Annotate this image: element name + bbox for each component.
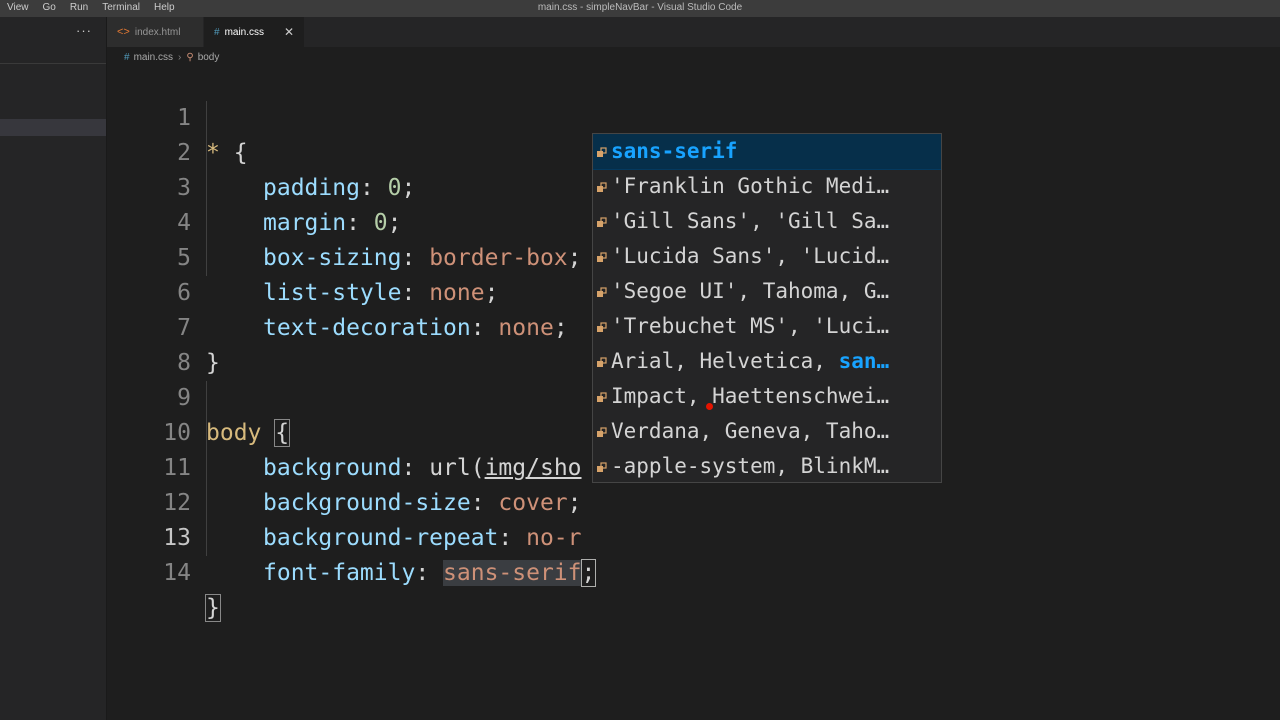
property-value-icon [596, 252, 607, 263]
code-line[interactable]: 2 padding: 0; [107, 101, 1280, 201]
suggestion-text: 'Lucida Sans', 'Lucid… [611, 244, 890, 268]
menu-view[interactable]: View [0, 0, 36, 17]
breadcrumb-file[interactable]: main.css [134, 52, 173, 63]
tab-label: index.html [134, 26, 181, 38]
explorer-sidebar: ··· [0, 17, 107, 720]
window-title: main.css - simpleNavBar - Visual Studio … [537, 2, 743, 13]
text-cursor: ; [580, 559, 597, 587]
menu-run[interactable]: Run [63, 0, 95, 17]
css-property: font-family [263, 560, 416, 586]
suggestion-item[interactable]: sans-serif [593, 134, 941, 170]
breadcrumb: # main.css › ⚲ body [124, 49, 219, 65]
suggestion-item[interactable]: 'Franklin Gothic Medi… [593, 169, 941, 204]
css-value: sans-serif [443, 560, 582, 586]
suggestion-item[interactable]: Arial, Helvetica, san… [593, 344, 941, 379]
code-line-active[interactable]: 13 font-family: sans-serif; [107, 486, 1280, 587]
suggestion-match: sans-serif [611, 139, 738, 163]
tab-bar: <> index.html # main.css ✕ [107, 17, 1280, 47]
tab-main-css[interactable]: # main.css ✕ [204, 17, 304, 47]
suggestion-text: 'Segoe UI', Tahoma, G… [611, 279, 890, 303]
css-file-icon: # [124, 51, 130, 63]
suggestion-text: Arial, Helvetica, [611, 349, 839, 373]
suggestion-text: 'Trebuchet MS', 'Luci… [611, 314, 890, 338]
close-icon[interactable]: ✕ [284, 25, 294, 39]
suggestion-item[interactable]: Verdana, Geneva, Taho… [593, 414, 941, 449]
property-value-icon [596, 427, 607, 438]
menu-bar: View Go Run Terminal Help [0, 0, 182, 17]
sidebar-divider [0, 63, 106, 64]
menu-go[interactable]: Go [36, 0, 63, 17]
suggestion-text: 'Gill Sans', 'Gill Sa… [611, 209, 890, 233]
suggestion-widget: sans-serif 'Franklin Gothic Medi… 'Gill Sa… [592, 133, 942, 483]
suggestion-match: san… [838, 349, 890, 373]
recording-cursor-dot [706, 403, 713, 410]
property-value-icon [596, 392, 607, 403]
property-value-icon [596, 462, 607, 473]
property-value-icon [596, 287, 607, 298]
code-line[interactable]: 1 * { [107, 66, 1280, 166]
suggestion-item[interactable]: 'Trebuchet MS', 'Luci… [593, 309, 941, 344]
tab-index-html[interactable]: <> index.html [107, 17, 203, 47]
brace: } [205, 594, 221, 622]
breadcrumb-symbol[interactable]: body [198, 52, 220, 63]
menu-terminal[interactable]: Terminal [95, 0, 147, 17]
more-actions-icon[interactable]: ··· [76, 23, 92, 38]
suggestion-item[interactable]: Impact, Haettenschwei… [593, 379, 941, 414]
suggestion-item[interactable]: 'Segoe UI', Tahoma, G… [593, 274, 941, 309]
suggestion-item[interactable]: 'Gill Sans', 'Gill Sa… [593, 204, 941, 239]
property-value-icon [596, 217, 607, 228]
suggestion-text: Verdana, Geneva, Taho… [611, 419, 890, 443]
suggestion-text: 'Franklin Gothic Medi… [611, 174, 890, 198]
suggestion-item[interactable]: 'Lucida Sans', 'Lucid… [593, 239, 941, 274]
symbol-icon: ⚲ [186, 51, 194, 63]
tab-label: main.css [224, 26, 265, 38]
property-value-icon [596, 147, 607, 158]
suggestion-item[interactable]: -apple-system, BlinkM… [593, 449, 941, 482]
property-value-icon [596, 322, 607, 333]
html-file-icon: <> [117, 26, 130, 38]
suggestion-text: -apple-system, BlinkM… [611, 454, 890, 478]
suggestion-text: Impact, Haettenschwei… [611, 384, 890, 408]
chevron-right-icon: › [178, 51, 182, 63]
property-value-icon [596, 182, 607, 193]
sidebar-selected-item[interactable] [0, 119, 106, 136]
css-file-icon: # [214, 26, 220, 38]
property-value-icon [596, 357, 607, 368]
line-number: 14 [163, 560, 191, 586]
menu-help[interactable]: Help [147, 0, 182, 17]
title-bar: View Go Run Terminal Help main.css - sim… [0, 0, 1280, 17]
code-line[interactable]: 14 } [107, 521, 1280, 622]
